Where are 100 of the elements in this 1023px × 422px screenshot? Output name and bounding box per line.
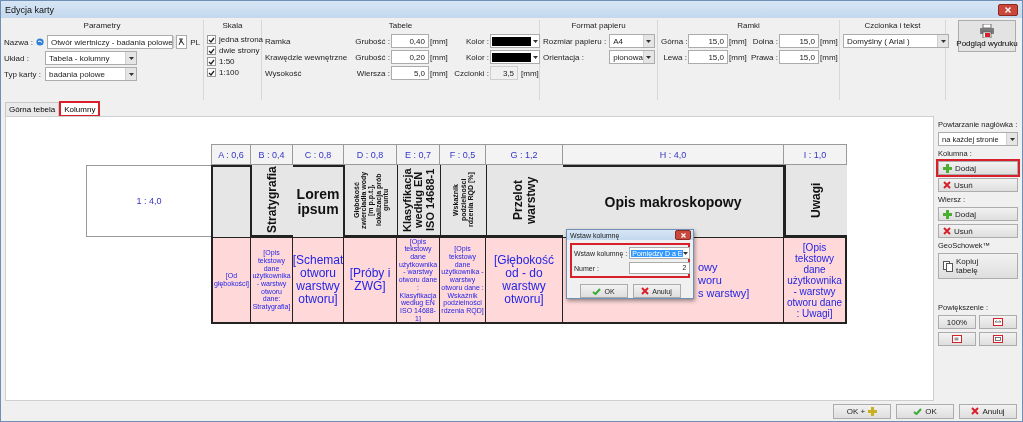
language-label: PL bbox=[190, 37, 200, 47]
column-width-label: B : 0,4 bbox=[251, 144, 293, 165]
cancel-button[interactable]: Anuluj bbox=[959, 403, 1017, 419]
field-label: Czcionki : bbox=[453, 68, 489, 78]
dropdown[interactable]: badania polowe bbox=[45, 67, 137, 81]
column-header: Przelot warstwy bbox=[486, 165, 563, 237]
tab[interactable]: Górna tebela bbox=[5, 102, 60, 116]
close-icon bbox=[1005, 6, 1011, 13]
column-header: Stratygrafia bbox=[251, 165, 293, 237]
zoom-fit-icon bbox=[993, 318, 1003, 326]
group-title: Ramki bbox=[736, 20, 761, 32]
number-field[interactable]: 15,0 bbox=[688, 34, 728, 48]
page-icon bbox=[952, 335, 962, 343]
print-preview-button[interactable]: Podgląd wydruku bbox=[958, 20, 1016, 52]
tab[interactable]: Kolumny bbox=[60, 102, 100, 116]
field-label: Rozmiar papieru : bbox=[543, 36, 607, 46]
column-width-label: E : 0,7 bbox=[397, 144, 440, 165]
close-icon bbox=[971, 407, 980, 415]
row-label: Wysokość bbox=[265, 68, 303, 78]
table-cell: [Głębokość od - do warstwy otworu] bbox=[486, 237, 563, 324]
group-title: Tabele bbox=[387, 20, 414, 32]
column-width-label: G : 1,2 bbox=[486, 144, 563, 165]
unit-label: [mm] bbox=[430, 68, 449, 78]
dropdown[interactable]: Tabela - kolumny bbox=[45, 51, 137, 65]
dropdown[interactable]: Otwór wiertniczy - badania polowe bbox=[46, 35, 173, 49]
remove-button[interactable]: Usuń bbox=[938, 224, 1018, 238]
plus-icon bbox=[868, 406, 878, 416]
checkbox[interactable] bbox=[207, 46, 216, 55]
window-title: Edycja karty bbox=[5, 4, 55, 15]
plus-icon bbox=[943, 163, 952, 173]
field-label: Układ : bbox=[4, 53, 30, 63]
number-field[interactable]: 5,0 bbox=[391, 66, 429, 80]
close-icon bbox=[943, 181, 951, 189]
dropdown-arrow-icon bbox=[128, 72, 134, 76]
field-label: Typ karty : bbox=[4, 69, 42, 79]
dropdown-arrow-icon bbox=[683, 251, 689, 255]
column-header bbox=[211, 165, 251, 237]
dropdown[interactable]: Domyślny ( Arial ) bbox=[843, 34, 949, 48]
dropdown-arrow-icon bbox=[646, 39, 652, 43]
field-label: Dolna : bbox=[751, 36, 778, 46]
number-field: 3,5 bbox=[490, 66, 518, 80]
dropdown-arrow-icon bbox=[1009, 137, 1015, 141]
zoom-button[interactable]: 100% bbox=[938, 315, 976, 329]
column-width-label: A : 0,6 bbox=[211, 144, 251, 165]
field-label: Grubość : bbox=[354, 52, 390, 62]
number-field[interactable]: 0,20 bbox=[391, 50, 429, 64]
checkbox-label: 1:50 bbox=[219, 57, 235, 66]
cell-text: owy woru s warstwy] bbox=[698, 260, 750, 300]
row-label: Ramka bbox=[265, 36, 292, 46]
column-width-label: C : 0,8 bbox=[293, 144, 344, 165]
group-title: Czcionka i tekst bbox=[863, 20, 922, 32]
checkbox[interactable] bbox=[207, 35, 216, 44]
number-field[interactable]: 15,0 bbox=[779, 34, 819, 48]
checkbox-label: dwie strony bbox=[219, 46, 260, 55]
group-title: Format papieru bbox=[570, 20, 627, 32]
add-button[interactable]: Dodaj bbox=[938, 207, 1018, 221]
checkbox[interactable] bbox=[207, 68, 216, 77]
close-icon bbox=[943, 227, 951, 235]
group-title: Parametry bbox=[82, 20, 122, 32]
close-button[interactable] bbox=[998, 3, 1018, 16]
unit-label: [mm] bbox=[729, 36, 748, 46]
close-button[interactable] bbox=[675, 230, 691, 240]
dropdown-arrow-icon bbox=[128, 56, 134, 60]
dropdown-arrow-icon bbox=[533, 55, 538, 59]
checkmark-icon bbox=[592, 287, 602, 295]
zoom-button[interactable] bbox=[979, 332, 1017, 346]
column-width-label: I : 1,0 bbox=[784, 144, 847, 165]
field-label: Orientacja : bbox=[543, 52, 585, 62]
group-title: Skala bbox=[221, 20, 244, 32]
unit-label: [mm] bbox=[820, 36, 839, 46]
dropdown[interactable]: pionowa bbox=[609, 50, 655, 64]
close-icon bbox=[641, 287, 650, 295]
add-button[interactable]: Dodaj bbox=[938, 161, 1018, 175]
remove-button[interactable]: Usuń bbox=[938, 178, 1018, 192]
dropdown-arrow-icon bbox=[646, 55, 652, 59]
number-field[interactable]: 15,0 bbox=[779, 50, 819, 64]
color-dropdown[interactable] bbox=[490, 34, 540, 48]
color-dropdown[interactable] bbox=[490, 50, 540, 64]
unit-label: [mm] bbox=[430, 52, 449, 62]
dropdown-arrow-icon bbox=[533, 39, 538, 43]
field-label: Kolor : bbox=[464, 36, 489, 46]
zoom-button[interactable] bbox=[938, 332, 976, 346]
number-field[interactable]: 15,0 bbox=[688, 50, 728, 64]
ok-plus-button[interactable]: OK + bbox=[833, 403, 891, 419]
dropdown[interactable]: A4 bbox=[609, 34, 655, 48]
table-cell: [Schemat otworu warstwy otworu] bbox=[293, 237, 344, 324]
field-label: Prawa : bbox=[750, 52, 778, 62]
copy-table-button[interactable]: Kopiuj tabelę bbox=[938, 253, 1018, 279]
checkbox-label: jedna strona bbox=[219, 35, 264, 44]
field-label: Lewa : bbox=[662, 52, 687, 62]
number-field[interactable]: 0,40 bbox=[391, 34, 429, 48]
translate-icon bbox=[177, 38, 186, 46]
ok-button[interactable]: OK bbox=[896, 403, 954, 419]
printer-icon bbox=[979, 24, 995, 38]
frame-icon bbox=[993, 335, 1003, 343]
checkbox[interactable] bbox=[207, 57, 216, 66]
unit-label: [mm] bbox=[430, 36, 449, 46]
zoom-button[interactable] bbox=[979, 315, 1017, 329]
plus-icon bbox=[943, 209, 952, 219]
table-cell: [Opis tekstowy dane użytkownika - warstwy otworu dane : Uwagi] bbox=[784, 237, 847, 324]
